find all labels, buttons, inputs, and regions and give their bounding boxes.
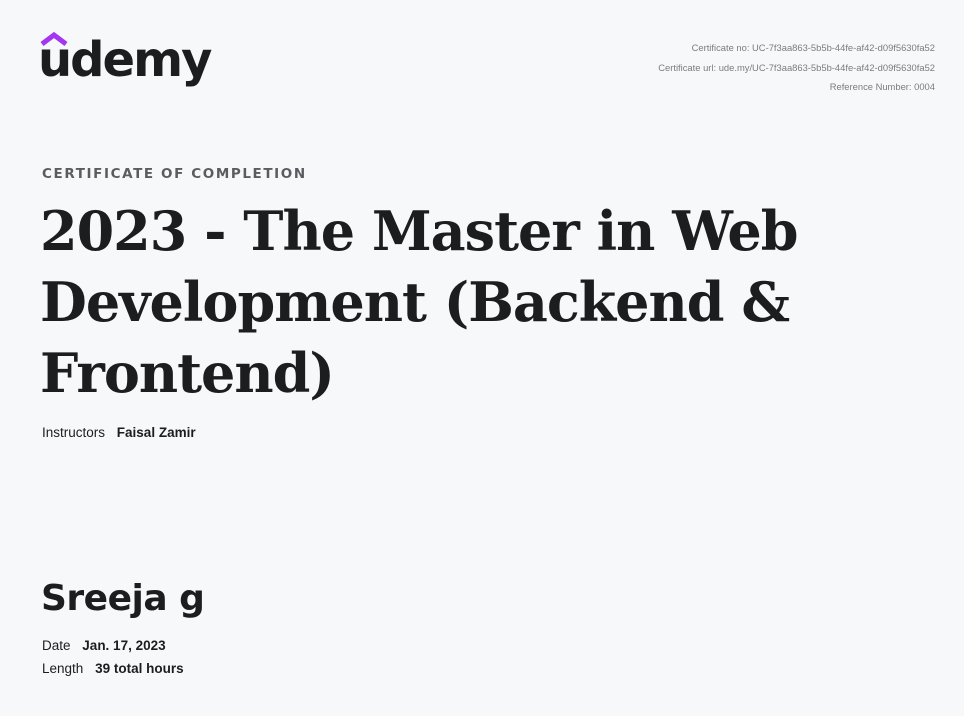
logo-text: udemy xyxy=(38,32,212,88)
student-name: Sreeja g xyxy=(41,578,205,619)
certificate-meta: Certificate no: UC-7f3aa863-5b5b-44fe-af… xyxy=(658,38,935,97)
certificate-kicker: CERTIFICATE OF COMPLETION xyxy=(42,166,307,182)
length-label: Length xyxy=(42,661,84,676)
instructors-value: Faisal Zamir xyxy=(116,425,196,440)
length-value: 39 total hours xyxy=(95,661,184,676)
date-label: Date xyxy=(42,638,71,653)
certificate-url: Certificate url: ude.my/UC-7f3aa863-5b5b… xyxy=(658,61,935,73)
date-row: Date Jan. 17, 2023 xyxy=(42,638,166,653)
length-row: Length 39 total hours xyxy=(42,661,184,676)
course-title: 2023 - The Master in Web Development (Ba… xyxy=(40,199,799,405)
instructors-row: Instructors Faisal Zamir xyxy=(42,425,196,440)
instructors-label: Instructors xyxy=(42,425,106,440)
certificate-page: udemy Certificate no: UC-7f3aa863-5b5b-4… xyxy=(0,0,964,716)
date-value: Jan. 17, 2023 xyxy=(82,638,166,653)
reference-number: Reference Number: 0004 xyxy=(829,81,935,92)
udemy-logo: udemy xyxy=(38,32,212,96)
certificate-number: Certificate no: UC-7f3aa863-5b5b-44fe-af… xyxy=(691,42,935,53)
